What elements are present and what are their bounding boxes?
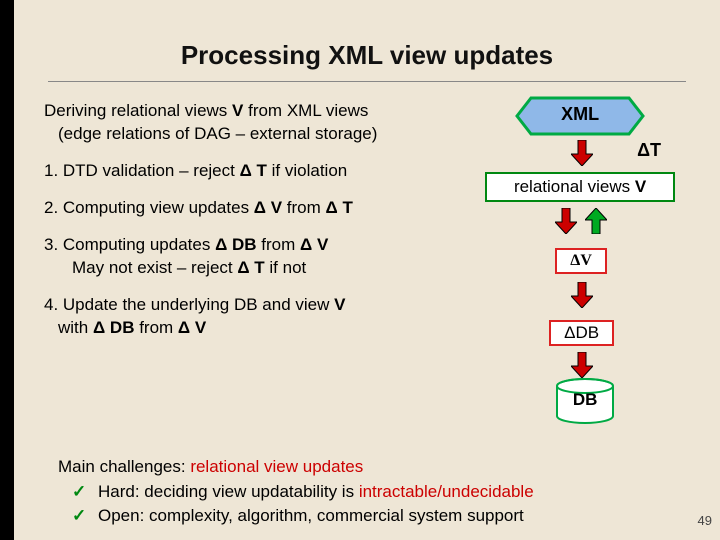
txt: 1. DTD validation – reject xyxy=(44,161,240,180)
txt: from xyxy=(282,198,325,217)
red-text: intractable/undecidable xyxy=(359,482,534,501)
txt: Open: complexity, algorithm, commercial … xyxy=(98,506,524,525)
arrow-down-icon xyxy=(571,352,593,378)
dt: Δ T xyxy=(237,258,264,277)
dv: Δ V xyxy=(254,198,282,217)
txt: Deriving relational views xyxy=(44,101,232,120)
delta-t-label: ΔT xyxy=(637,140,661,161)
ddb: Δ DB xyxy=(215,235,257,254)
slide-title: Processing XML view updates xyxy=(44,40,690,71)
divider xyxy=(48,81,686,82)
arrow-down-icon xyxy=(571,140,593,166)
txt: May not exist – reject xyxy=(44,258,237,277)
relational-views-box: relational views V xyxy=(485,172,675,202)
db-label: DB xyxy=(555,390,615,410)
v-bold: V xyxy=(232,101,243,120)
dv: Δ V xyxy=(300,235,328,254)
txt: 2. Computing view updates xyxy=(44,198,254,217)
step-4: 4. Update the underlying DB and view V w… xyxy=(44,294,455,340)
txt: from xyxy=(257,235,300,254)
check-icon: ✓ xyxy=(72,480,90,505)
arrow-down-icon xyxy=(571,282,593,308)
bullet-2: ✓ Open: complexity, algorithm, commercial… xyxy=(58,504,688,529)
dt: Δ T xyxy=(326,198,353,217)
slide-number: 49 xyxy=(698,513,712,528)
right-column: XML ΔT relational views V ΔV ΔDB xyxy=(455,100,690,354)
v-bold: V xyxy=(334,295,345,314)
txt: 3. Computing updates xyxy=(44,235,215,254)
txt: Main challenges: xyxy=(58,457,190,476)
step-3: 3. Computing updates Δ DB from Δ V May n… xyxy=(44,234,455,280)
txt: from XML views xyxy=(243,101,368,120)
left-column: Deriving relational views V from XML vie… xyxy=(44,100,455,354)
deriving-line: Deriving relational views V from XML vie… xyxy=(44,100,455,146)
challenges-block: Main challenges: relational view updates… xyxy=(58,455,688,529)
dt: Δ T xyxy=(240,161,267,180)
txt: relational views xyxy=(514,177,635,196)
delta-v-box: ΔV xyxy=(555,248,607,274)
step-1: 1. DTD validation – reject Δ T if violat… xyxy=(44,160,455,183)
red-text: relational view updates xyxy=(190,457,363,476)
xml-label: XML xyxy=(515,104,645,125)
delta-db-box: ΔDB xyxy=(549,320,614,346)
txt: if violation xyxy=(267,161,347,180)
dv: Δ V xyxy=(178,318,206,337)
txt: with xyxy=(44,318,93,337)
bullet-1: ✓ Hard: deciding view updatability is int… xyxy=(58,480,688,505)
arrow-up-icon xyxy=(585,208,607,234)
check-icon: ✓ xyxy=(72,504,90,529)
content-row: Deriving relational views V from XML vie… xyxy=(44,100,690,354)
arrow-down-icon xyxy=(555,208,577,234)
txt: if not xyxy=(265,258,307,277)
txt: Hard: deciding view updatability is xyxy=(98,482,359,501)
step-2: 2. Computing view updates Δ V from Δ T xyxy=(44,197,455,220)
edge-relations: (edge relations of DAG – external storag… xyxy=(44,124,377,143)
txt: 4. Update the underlying DB and view xyxy=(44,295,334,314)
v-bold: V xyxy=(635,177,646,196)
ddb: Δ DB xyxy=(93,318,135,337)
txt: from xyxy=(134,318,177,337)
challenges-intro: Main challenges: relational view updates xyxy=(58,455,688,480)
